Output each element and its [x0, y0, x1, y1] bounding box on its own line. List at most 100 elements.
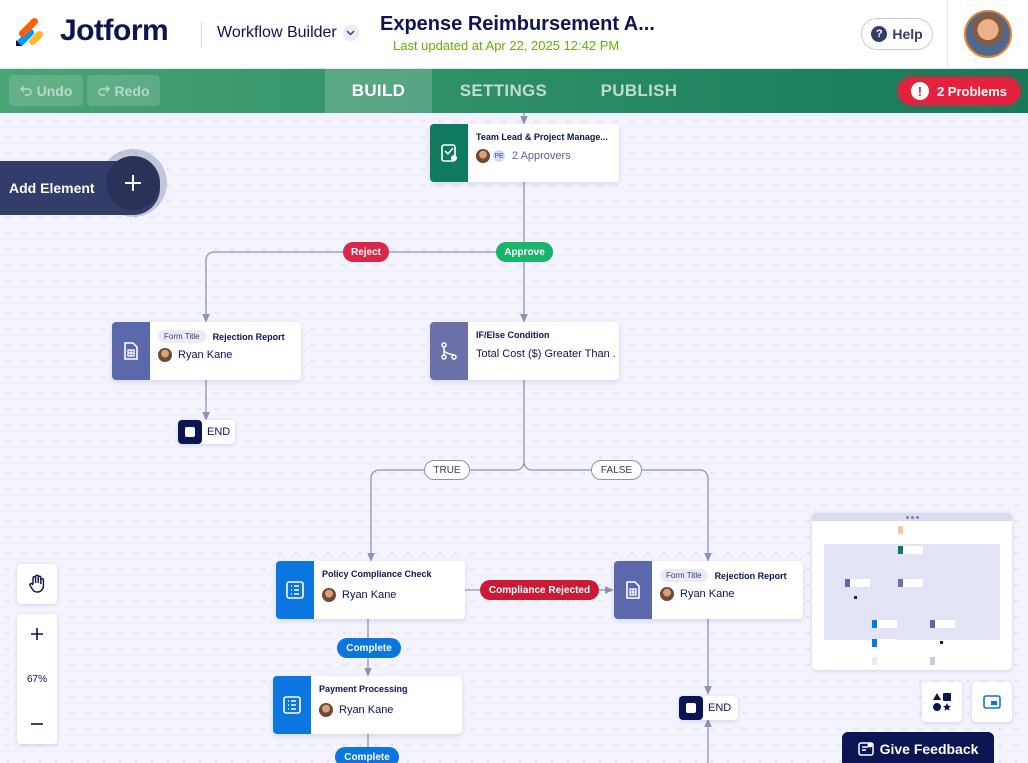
- form-title-tag: Form Title: [660, 569, 708, 582]
- document-title[interactable]: Expense Reimbursement A...: [380, 13, 655, 36]
- approve-branch-label[interactable]: Approve: [496, 242, 553, 262]
- form-icon: [614, 561, 652, 619]
- elements-panel-button[interactable]: [922, 682, 962, 722]
- add-element-plus-button[interactable]: [99, 149, 167, 217]
- minimap-end: [854, 596, 857, 599]
- tab-settings[interactable]: SETTINGS: [432, 69, 575, 113]
- approval-node[interactable]: Team Lead & Project Manage... PE 2 Appro…: [430, 124, 619, 182]
- stop-icon: [679, 696, 703, 720]
- workflow-builder-label: Workflow Builder: [217, 24, 337, 41]
- end-label: END: [708, 702, 732, 714]
- last-updated-text: Last updated at Apr 22, 2025 12:42 PM: [393, 38, 620, 53]
- form-list-icon: [273, 676, 311, 734]
- problems-label: 2 Problems: [936, 83, 1008, 99]
- redo-icon: [97, 85, 110, 96]
- policy-compliance-title: Policy Compliance Check: [322, 569, 432, 579]
- complete-branch-label[interactable]: Complete: [335, 747, 399, 763]
- approval-title: Team Lead & Project Manage...: [476, 132, 608, 142]
- compliance-rejected-label[interactable]: Compliance Rejected: [480, 580, 599, 600]
- undo-label: Undo: [36, 82, 73, 99]
- shapes-icon: [933, 693, 951, 711]
- give-feedback-label: Give Feedback: [879, 741, 979, 757]
- rejection-report-node-left[interactable]: Form Title Rejection Report Ryan Kane: [112, 322, 301, 380]
- ifelse-condition-node[interactable]: IF/Else Condition Total Cost ($) Greater…: [430, 322, 619, 380]
- alert-icon: !: [910, 82, 929, 100]
- plus-icon: [106, 156, 160, 210]
- approval-icon: [430, 124, 468, 182]
- false-branch-label[interactable]: FALSE: [591, 460, 642, 480]
- give-feedback-button[interactable]: Give Feedback: [842, 732, 994, 763]
- workflow-builder-dropdown[interactable]: Workflow Builder: [217, 24, 359, 42]
- add-element-label: Add Element: [9, 180, 95, 196]
- approvers-count: 2 Approvers: [512, 150, 571, 162]
- policy-compliance-node[interactable]: Policy Compliance Check Ryan Kane: [276, 561, 465, 619]
- rejection-report-title: Rejection Report: [212, 331, 285, 342]
- end-node-left[interactable]: END: [178, 420, 235, 444]
- form-title-tag: Form Title: [158, 330, 206, 343]
- help-icon: ?: [871, 26, 888, 42]
- payment-processing-title: Payment Processing: [319, 684, 408, 694]
- ifelse-title: IF/Else Condition: [476, 330, 550, 340]
- reject-branch-label[interactable]: Reject: [343, 242, 389, 262]
- tab-build[interactable]: BUILD: [325, 69, 432, 113]
- minimap-node: [872, 657, 897, 665]
- minimap-icon: [983, 695, 1001, 709]
- redo-label: Redo: [114, 82, 150, 99]
- minimap-node: [845, 579, 870, 587]
- form-icon: [112, 322, 150, 380]
- assignee-avatar: [660, 587, 674, 601]
- jotform-logo[interactable]: Jotform: [14, 14, 169, 48]
- assignee-avatar: [319, 703, 333, 717]
- minimap-viewport[interactable]: [824, 544, 1000, 640]
- feedback-icon: [857, 742, 874, 756]
- minimap-end: [940, 641, 943, 644]
- workflow-canvas[interactable]: Team Lead & Project Manage... PE 2 Appro…: [0, 113, 1028, 763]
- assignee-name: Ryan Kane: [178, 349, 233, 361]
- ifelse-condition-text: Total Cost ($) Greater Than ...: [476, 348, 616, 360]
- rejection-report-title: Rejection Report: [714, 570, 787, 581]
- minimap-node: [898, 579, 923, 587]
- assignee-initials-badge: PE: [492, 149, 506, 163]
- minimap[interactable]: [812, 513, 1012, 670]
- assignee-name: Ryan Kane: [342, 589, 397, 601]
- form-list-icon: [276, 561, 314, 619]
- payment-processing-node[interactable]: Payment Processing Ryan Kane: [273, 676, 462, 734]
- zoom-out-button[interactable]: [17, 704, 57, 744]
- stop-icon: [178, 420, 202, 444]
- minimap-toggle-button[interactable]: [972, 682, 1012, 722]
- minimap-node: [898, 546, 923, 554]
- undo-icon: [19, 85, 32, 96]
- minus-icon: [31, 723, 43, 725]
- minimap-handle[interactable]: [812, 513, 1012, 521]
- chevron-down-icon: [342, 25, 359, 41]
- hand-icon: [29, 574, 45, 593]
- minimap-node: [898, 526, 923, 534]
- help-button[interactable]: ? Help: [861, 18, 933, 50]
- branch-icon: [430, 322, 468, 380]
- brand-name: Jotform: [60, 14, 169, 47]
- undo-button[interactable]: Undo: [9, 75, 83, 106]
- minimap-node: [930, 620, 955, 628]
- end-node-right[interactable]: END: [679, 696, 738, 720]
- pan-tool-button[interactable]: [17, 564, 57, 604]
- header-divider: [201, 22, 202, 48]
- assignee-avatar: [322, 588, 336, 602]
- minimap-node: [872, 620, 897, 628]
- complete-branch-label[interactable]: Complete: [337, 638, 401, 658]
- redo-button[interactable]: Redo: [87, 75, 160, 106]
- plus-icon: [31, 628, 43, 640]
- rejection-report-node-right[interactable]: Form Title Rejection Report Ryan Kane: [614, 561, 803, 619]
- header-divider-right: [947, 0, 948, 69]
- builder-navbar: Undo Redo BUILD SETTINGS PUBLISH ! 2 Pro…: [0, 69, 1028, 113]
- problems-button[interactable]: ! 2 Problems: [898, 77, 1020, 105]
- true-branch-label[interactable]: TRUE: [424, 460, 470, 480]
- assignee-avatar: [476, 149, 490, 163]
- tab-publish[interactable]: PUBLISH: [575, 69, 703, 113]
- zoom-in-button[interactable]: [17, 614, 57, 654]
- jotform-logo-icon: [16, 17, 44, 46]
- minimap-node: [930, 657, 955, 665]
- help-label: Help: [892, 26, 923, 42]
- user-avatar[interactable]: [964, 10, 1012, 58]
- assignee-name: Ryan Kane: [339, 704, 394, 716]
- minimap-node: [872, 639, 897, 647]
